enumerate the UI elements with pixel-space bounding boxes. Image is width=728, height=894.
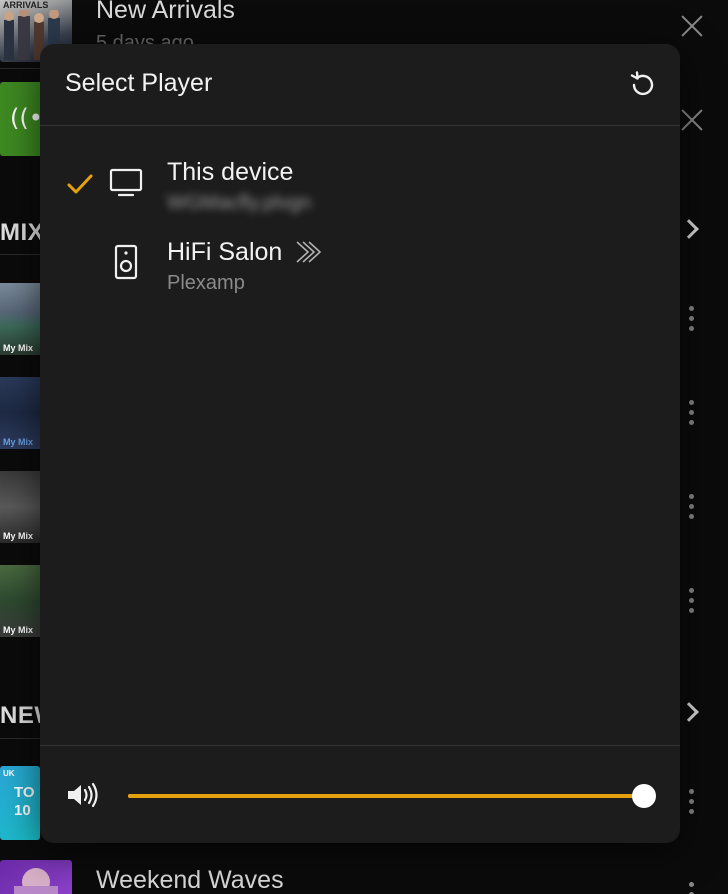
item-title: New Arrivals bbox=[96, 0, 235, 24]
mix-thumb[interactable]: My Mix bbox=[0, 283, 40, 355]
more-options-icon[interactable] bbox=[689, 588, 694, 618]
uk-top-thumb[interactable]: UK TO 10 bbox=[0, 766, 40, 840]
mix-thumb[interactable]: My Mix bbox=[0, 377, 40, 449]
more-options-icon[interactable] bbox=[689, 882, 694, 894]
item-title: Weekend Waves bbox=[96, 866, 284, 894]
volume-slider[interactable] bbox=[128, 784, 656, 808]
player-row-hifi-salon[interactable]: HiFi Salon Plexamp bbox=[40, 228, 680, 298]
modal-title: Select Player bbox=[65, 69, 213, 97]
more-options-icon[interactable] bbox=[689, 789, 694, 819]
player-name: This device bbox=[167, 158, 294, 186]
player-row-this-device[interactable]: This device WGMacfly.plvgn bbox=[40, 148, 680, 218]
portrait-figure bbox=[14, 868, 58, 894]
more-options-icon[interactable] bbox=[689, 400, 694, 430]
uk-tile-text: TO 10 bbox=[14, 784, 35, 819]
volume-slider-fill bbox=[128, 794, 644, 798]
player-subtitle: WGMacfly.plvgn bbox=[167, 192, 312, 214]
thumb-label: ARRIVALS bbox=[3, 0, 49, 10]
section-label-mix: MIX bbox=[0, 219, 45, 246]
volume-footer bbox=[40, 745, 680, 843]
volume-icon[interactable] bbox=[66, 781, 102, 809]
mix-thumb[interactable]: My Mix bbox=[0, 565, 40, 637]
player-subtitle: Plexamp bbox=[167, 272, 245, 294]
refresh-icon[interactable] bbox=[628, 70, 658, 100]
volume-slider-thumb[interactable] bbox=[632, 784, 656, 808]
chevron-right-icon[interactable] bbox=[679, 219, 699, 239]
player-name: HiFi Salon bbox=[167, 238, 283, 266]
monitor-icon bbox=[108, 164, 144, 200]
close-icon[interactable] bbox=[680, 108, 704, 132]
chevron-right-icon[interactable] bbox=[679, 702, 699, 722]
mix-thumb-label: My Mix bbox=[3, 343, 34, 353]
mix-thumb-label: My Mix bbox=[3, 437, 34, 447]
uk-badge: UK bbox=[3, 769, 15, 778]
select-player-modal: Select Player This device WGMacfly.plvgn bbox=[40, 44, 680, 843]
plexamp-chevron-icon bbox=[294, 240, 326, 264]
weekend-waves-thumb[interactable] bbox=[0, 860, 72, 894]
more-options-icon[interactable] bbox=[689, 306, 694, 336]
mix-thumb-label: My Mix bbox=[3, 625, 34, 635]
mix-thumb[interactable]: My Mix bbox=[0, 471, 40, 543]
close-icon[interactable] bbox=[680, 14, 704, 38]
mix-thumb-label: My Mix bbox=[3, 531, 34, 541]
speaker-icon bbox=[108, 244, 144, 280]
modal-header: Select Player bbox=[40, 44, 680, 126]
more-options-icon[interactable] bbox=[689, 494, 694, 524]
radio-broadcast-icon: ((• bbox=[10, 104, 43, 132]
checkmark-icon bbox=[67, 173, 93, 195]
